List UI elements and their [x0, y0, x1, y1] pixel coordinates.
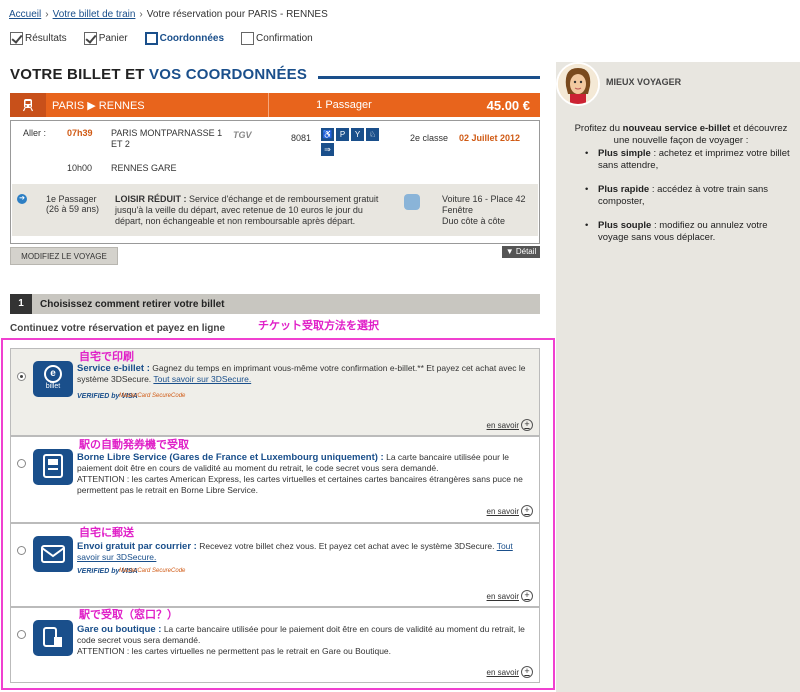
route-from: PARIS — [52, 99, 85, 112]
seat-line3: Duo côte à côte — [442, 216, 506, 226]
travel-class: 2e classe — [410, 133, 449, 143]
modify-trip-button[interactable]: MODIFIEZ LE VOYAGE — [10, 247, 118, 265]
section-subtitle: Continuez votre réservation et payez en … — [10, 323, 226, 334]
intro-pre: Profitez du — [574, 123, 623, 134]
bar-icon: Y — [351, 128, 364, 141]
step-check-icon — [10, 32, 23, 45]
step-confirmation: Confirmation — [241, 32, 313, 45]
travel-date: 02 Juillet 2012 — [459, 133, 521, 143]
arrow-circle-icon: ➔ — [17, 194, 27, 204]
sidebar-title: MIEUX VOYAGER — [606, 77, 682, 87]
depart-time: 07h39 — [67, 128, 93, 138]
sidebar-benefits-list: Plus simple : achetez et imprimez votre … — [580, 148, 796, 256]
page-title: VOTRE BILLET ET VOS COORDONNÉES — [10, 66, 307, 83]
direction-icon: ⇒ — [321, 143, 334, 156]
step-panier[interactable]: Panier — [83, 32, 128, 45]
seat-line2: Fenêtre — [442, 205, 474, 215]
step-resultats[interactable]: Résultats — [10, 32, 67, 45]
avatar — [556, 62, 600, 106]
arrow-right-icon: ▶ — [87, 99, 96, 112]
bike-icon: ♘ — [366, 128, 379, 141]
breadcrumb: Accueil › Votre billet de train › Votre rése… — [9, 9, 328, 20]
fare-name: LOISIR RÉDUIT : — [115, 194, 187, 204]
title-part2: VOS COORDONNÉES — [149, 66, 308, 83]
benefit-item: Plus simple : achetez et imprimez votre … — [580, 148, 796, 172]
benefit-title: Plus souple — [598, 220, 652, 231]
total-price: 45.00 € — [486, 97, 530, 113]
arrive-time: 10h00 — [67, 163, 93, 173]
direction-label: Aller : — [23, 128, 47, 138]
route-to: RENNES — [98, 99, 145, 112]
step-label: Coordonnées — [159, 33, 225, 44]
tgv-logo: TGV — [233, 130, 252, 140]
step-check-icon — [83, 32, 97, 45]
train-icon — [10, 93, 46, 117]
step-label: Panier — [98, 33, 128, 44]
step-coordonnees: Coordonnées — [144, 32, 225, 45]
pro-icon: P — [336, 128, 349, 141]
benefit-item: Plus rapide : accédez à votre train sans… — [580, 184, 796, 208]
passenger-panel: ➔ 1e Passager (26 à 59 ans) LOISIR RÉDUI… — [12, 184, 538, 236]
step-label: Résultats — [25, 33, 67, 44]
seat-line1: Voiture 16 - Place 42 — [442, 194, 526, 204]
section-header: 1 Choisissez comment retirer votre bille… — [10, 294, 540, 314]
breadcrumb-ticket-link[interactable]: Votre billet de train — [53, 9, 136, 20]
route-label: PARIS ▶ RENNES — [46, 99, 268, 112]
detail-button[interactable]: ▼ Détail — [502, 246, 540, 258]
step-label: Confirmation — [256, 33, 313, 44]
benefit-item: Plus souple : modifiez ou annulez votre … — [580, 220, 796, 244]
title-part1: VOTRE BILLET ET — [10, 66, 145, 83]
breadcrumb-home-link[interactable]: Accueil — [9, 9, 41, 20]
section-title: Choisissez comment retirer votre billet — [40, 298, 225, 310]
benefit-title: Plus rapide — [598, 184, 650, 195]
title-divider — [318, 76, 540, 79]
passenger-age: (26 à 59 ans) — [46, 204, 100, 214]
progress-steps: Résultats Panier Coordonnées Confirmatio… — [10, 32, 330, 45]
intro-bold: nouveau service e-billet — [622, 123, 731, 134]
passenger-label: 1e Passager — [46, 194, 97, 204]
passenger-count: 1 Passager — [268, 93, 419, 117]
seat-icon — [404, 194, 420, 210]
section-number: 1 — [10, 294, 32, 314]
train-number: 8081 — [291, 133, 312, 143]
fare-info: LOISIR RÉDUIT : Service d'échange et de … — [115, 194, 387, 227]
annotation-outline — [1, 338, 555, 690]
annotation-top: チケット受取方法を選択 — [258, 319, 379, 332]
trip-details: Aller : 07h39 PARIS MONTPARNASSE 1 ET 2 … — [10, 120, 540, 244]
step-empty-icon — [241, 32, 255, 45]
breadcrumb-current: Votre réservation pour PARIS - RENNES — [146, 9, 328, 20]
amenity-icons: ♿ P Y ♘ — [321, 128, 381, 141]
arrive-station: RENNES GARE — [111, 163, 177, 173]
benefit-title: Plus simple — [598, 148, 651, 159]
sidebar-intro: Profitez du nouveau service e-billet et … — [566, 123, 796, 147]
trip-summary-bar: PARIS ▶ RENNES 1 Passager 45.00 € — [10, 93, 540, 117]
step-current-icon — [144, 32, 158, 45]
depart-station: PARIS MONTPARNASSE 1 ET 2 — [111, 128, 223, 149]
amenity-icons-2: ⇒ — [321, 143, 336, 156]
wheelchair-icon: ♿ — [321, 128, 334, 141]
